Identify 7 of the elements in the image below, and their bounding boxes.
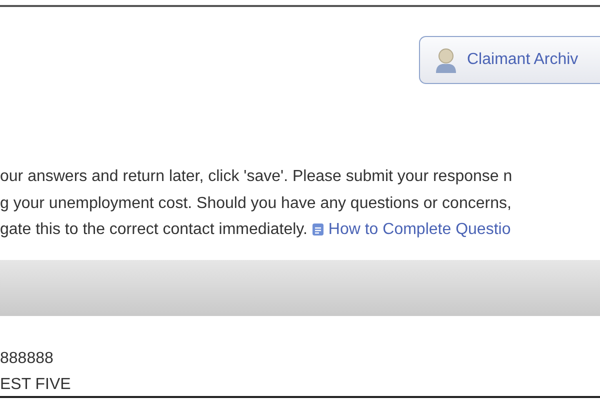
claimant-archive-button[interactable]: Claimant Archiv: [419, 36, 600, 84]
instructions-text: our answers and return later, click 'save'. Please submit your response n g your unemployment cost. Should you have any questions or concerns, gate this to the correct contact immediately. How to Complete Questio: [0, 167, 514, 240]
document-icon: [312, 223, 324, 236]
detail-text: 888888: [0, 350, 54, 368]
detail-text: EST FIVE: [0, 376, 72, 394]
person-icon: [434, 47, 458, 73]
help-link[interactable]: How to Complete Questio: [328, 221, 511, 238]
